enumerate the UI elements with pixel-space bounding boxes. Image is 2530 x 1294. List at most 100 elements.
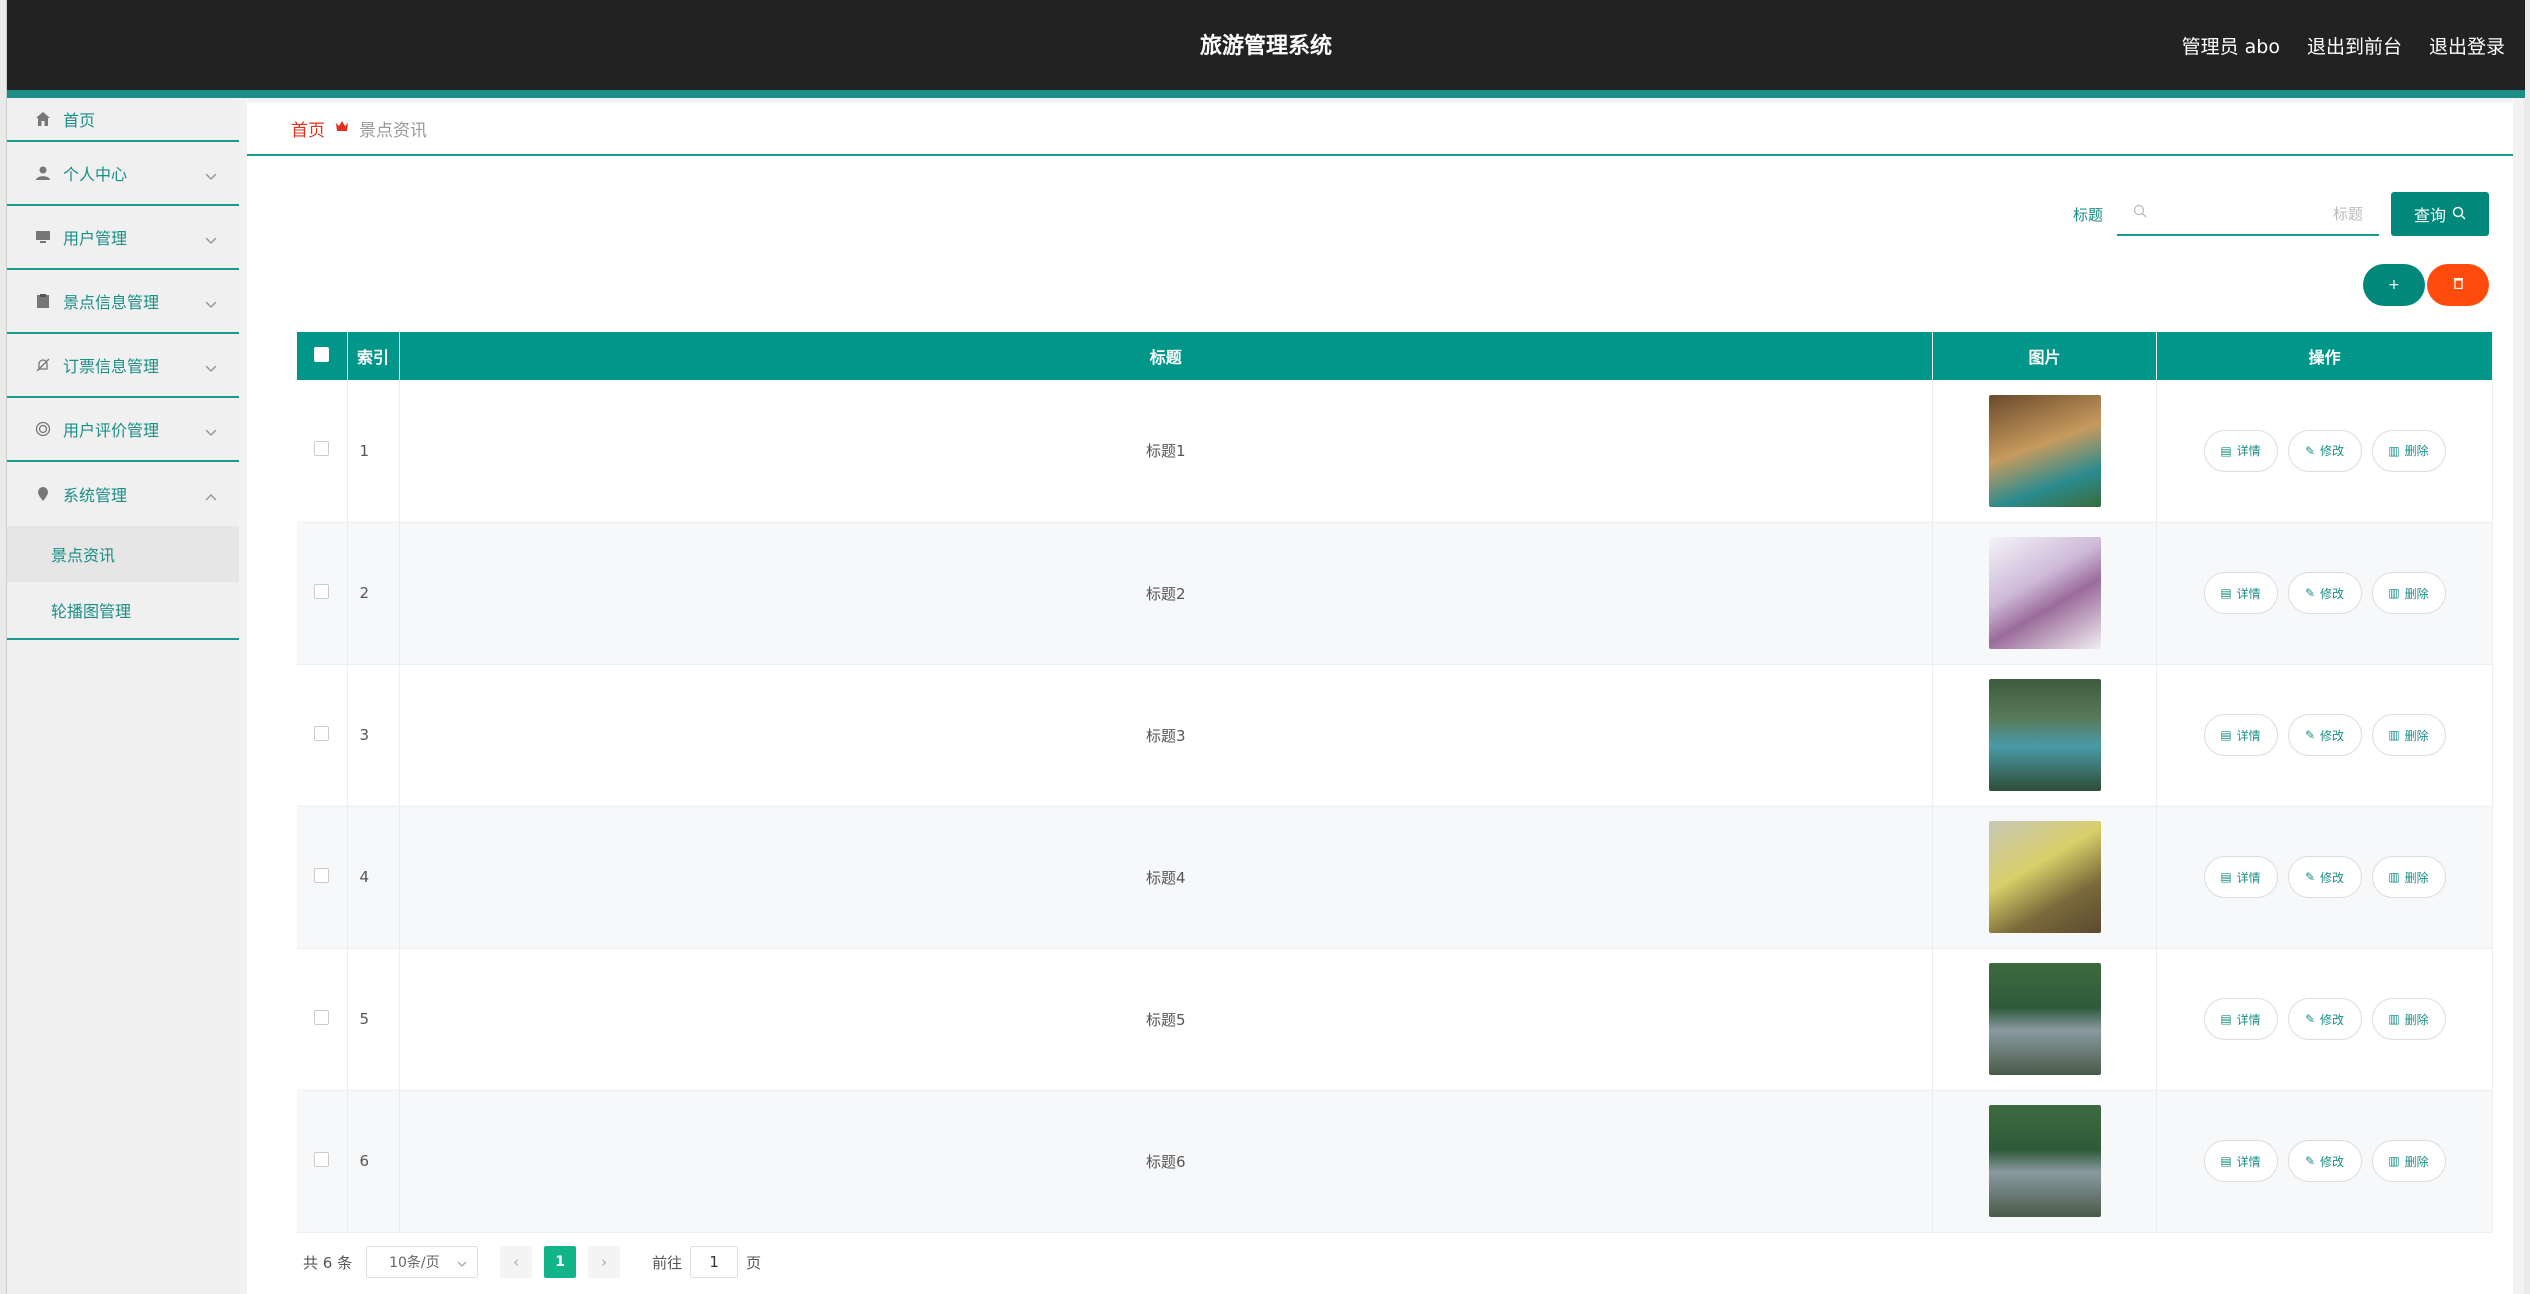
user-icon [33,163,53,183]
row-index: 4 [347,806,400,949]
row-ops: ▤ 详情 ✎ 修改 ▥ 删除 [2156,806,2493,949]
row-thumbnail-image[interactable] [1988,821,2101,933]
edit-button[interactable]: ✎ 修改 [2287,572,2362,614]
scenic-news-table: 索引 标题 图片 操作 1 标题1 ▤ 详情 ✎ 修改 ▥ 删除 2 标题2 ▤… [297,332,2493,1233]
row-checkbox[interactable] [314,441,330,457]
page-number[interactable]: 1 [544,1246,577,1278]
row-index: 1 [347,380,400,523]
row-thumbnail-image[interactable] [1988,394,2101,507]
exit-to-front-link[interactable]: 退出到前台 [2307,32,2402,59]
home-icon [33,109,53,129]
col-ops: 操作 [2156,332,2493,380]
content-area: 标题 标题 查询 + 索引 标题 图片 操作 1 标题1 ▤ 详情 ✎ 修改 ▥… [273,168,2493,1294]
breadcrumb-home[interactable]: 首页 [291,116,325,141]
trash-icon: ▥ [2388,443,2400,458]
row-checkbox[interactable] [314,583,330,599]
delete-button[interactable]: ▥ 删除 [2371,856,2446,898]
row-thumbnail-image[interactable] [1988,1105,2101,1217]
delete-label: 删除 [2404,1154,2429,1169]
select-all-checkbox[interactable] [314,346,330,362]
sidebar-item-user-management[interactable]: 用户管理 [7,206,239,270]
delete-button[interactable]: ▥ 删除 [2371,572,2446,614]
sidebar-item-scenic-info[interactable]: 景点信息管理 [7,270,239,334]
sidebar-item-user-review[interactable]: 用户评价管理 [7,398,239,462]
row-image-cell [1932,948,2157,1091]
trash-icon: ▥ [2388,728,2400,742]
edit-label: 修改 [2320,1012,2345,1027]
chevron-up-icon [205,486,217,505]
row-select[interactable] [297,948,348,1091]
row-select[interactable] [297,664,348,807]
chevron-right-icon: › [601,1253,608,1271]
edit-button[interactable]: ✎ 修改 [2287,856,2362,898]
breadcrumb-current: 景点资讯 [359,120,427,141]
sidebar-item-ticket-info[interactable]: 订票信息管理 [7,334,239,398]
target-icon [33,419,53,439]
edit-button[interactable]: ✎ 修改 [2287,714,2362,756]
prev-page-button[interactable]: ‹ [500,1246,533,1278]
detail-button[interactable]: ▤ 详情 [2203,1140,2278,1182]
edit-icon: ✎ [2304,870,2316,884]
document-icon: ▤ [2220,728,2232,742]
row-select[interactable] [297,380,348,523]
edit-button[interactable]: ✎ 修改 [2287,998,2362,1040]
add-button[interactable]: + [2363,264,2425,306]
detail-button[interactable]: ▤ 详情 [2203,429,2278,472]
edit-icon: ✎ [2304,1012,2316,1026]
delete-button[interactable]: ▥ 删除 [2371,714,2446,756]
edit-icon: ✎ [2304,443,2316,458]
row-checkbox[interactable] [314,1151,330,1167]
page-size-select[interactable]: 10条/页 [366,1246,479,1278]
detail-button[interactable]: ▤ 详情 [2203,856,2278,898]
goto-page-input[interactable]: 1 [690,1246,739,1278]
edit-icon: ✎ [2304,728,2316,742]
row-checkbox[interactable] [314,867,330,883]
select-all-header[interactable] [297,332,348,380]
location-icon [33,484,53,504]
table-row: 3 标题3 ▤ 详情 ✎ 修改 ▥ 删除 [297,664,2493,807]
detail-button[interactable]: ▤ 详情 [2203,714,2278,756]
edit-button[interactable]: ✎ 修改 [2287,429,2362,472]
delete-label: 删除 [2404,870,2429,885]
delete-button[interactable]: ▥ 删除 [2371,1140,2446,1182]
sidebar-item-label: 景点信息管理 [63,293,160,312]
delete-button[interactable]: ▥ 删除 [2371,429,2446,472]
row-checkbox[interactable] [314,1009,330,1025]
logout-link[interactable]: 退出登录 [2429,32,2505,59]
main-panel: 首页 景点资讯 标题 标题 查询 + 索引 标题 图片 操作 1 标题1 ▤ 详… [247,102,2513,1294]
document-icon: ▤ [2220,1154,2232,1168]
breadcrumb: 首页 景点资讯 [247,102,2513,156]
sidebar-item-personal-center[interactable]: 个人中心 [7,142,239,206]
row-select[interactable] [297,522,348,665]
search-input[interactable]: 标题 [2117,192,2379,236]
detail-label: 详情 [2236,728,2261,743]
sidebar-sub-carousel[interactable]: 轮播图管理 [7,582,239,638]
detail-label: 详情 [2236,1012,2261,1027]
row-checkbox[interactable] [314,725,330,741]
crown-icon [335,118,349,138]
document-icon: ▤ [2220,443,2232,458]
next-page-button[interactable]: › [588,1246,621,1278]
row-select[interactable] [297,1090,348,1233]
sidebar-sub-scenic-news[interactable]: 景点资讯 [7,526,239,582]
action-buttons: + [2363,264,2489,306]
row-select[interactable] [297,806,348,949]
row-thumbnail-image[interactable] [1988,679,2101,791]
row-thumbnail-image[interactable] [1988,537,2101,649]
table-row: 4 标题4 ▤ 详情 ✎ 修改 ▥ 删除 [297,806,2493,949]
delete-button[interactable]: ▥ 删除 [2371,998,2446,1040]
detail-button[interactable]: ▤ 详情 [2203,998,2278,1040]
sidebar-item-home[interactable]: 首页 [7,98,239,142]
sidebar-item-system[interactable]: 系统管理 [7,462,239,526]
goto-page: 前往 1 页 [652,1246,761,1278]
detail-button[interactable]: ▤ 详情 [2203,572,2278,614]
batch-delete-button[interactable] [2427,264,2489,306]
edit-icon: ✎ [2304,586,2316,600]
row-thumbnail-image[interactable] [1988,963,2101,1075]
document-icon: ▤ [2220,1012,2232,1026]
query-button[interactable]: 查询 [2391,192,2489,236]
edit-button[interactable]: ✎ 修改 [2287,1140,2362,1182]
row-title: 标题6 [399,1090,1933,1233]
edit-label: 修改 [2320,870,2345,885]
table-row: 6 标题6 ▤ 详情 ✎ 修改 ▥ 删除 [297,1090,2493,1233]
